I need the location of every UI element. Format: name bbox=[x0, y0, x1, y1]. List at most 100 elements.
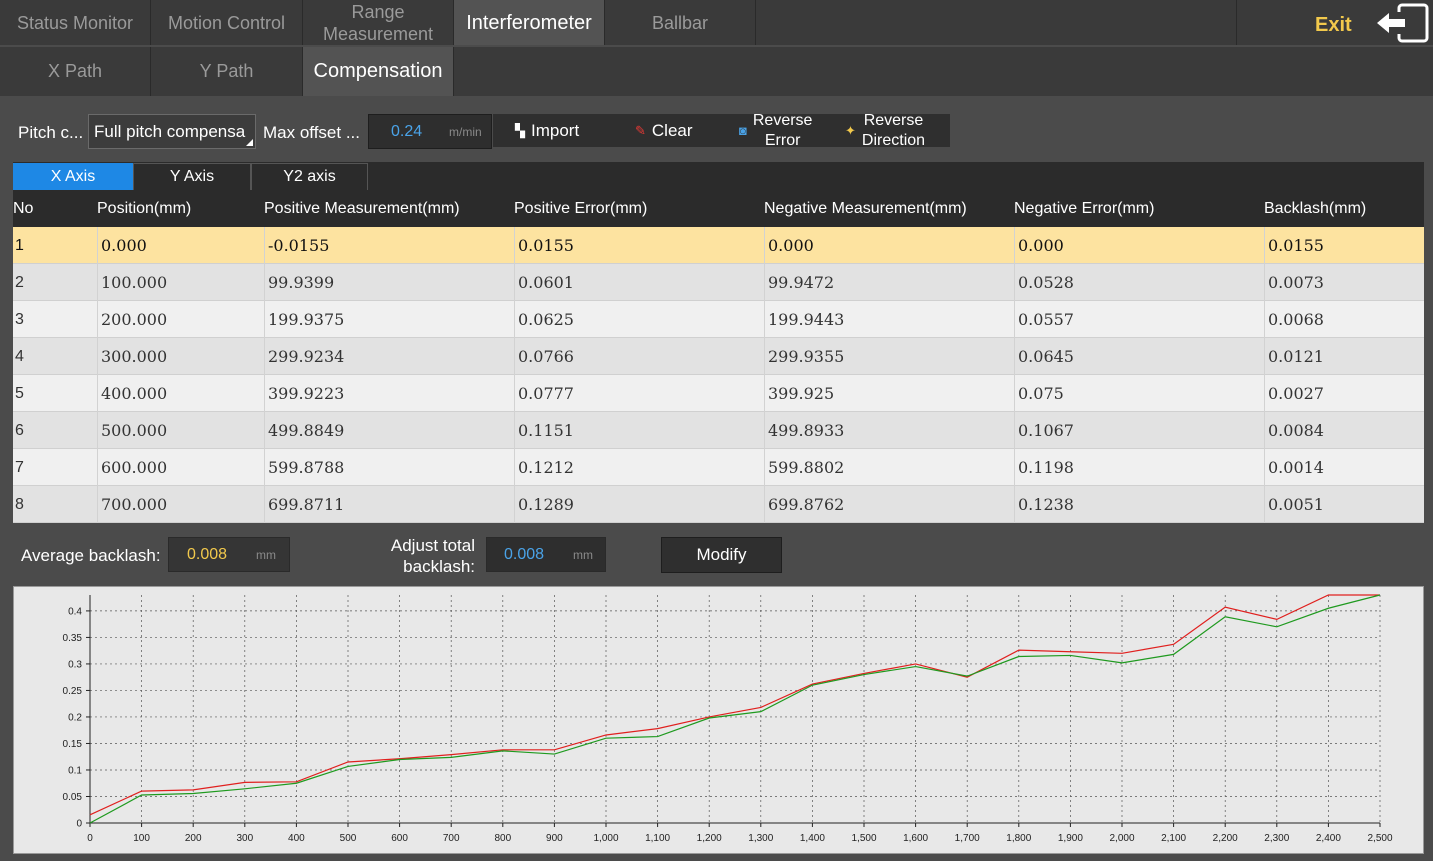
x-tick-label: 500 bbox=[340, 833, 357, 844]
y-tick-label: 0.3 bbox=[68, 659, 82, 670]
column-header[interactable]: Position(mm) bbox=[97, 190, 191, 227]
x-tick-label: 900 bbox=[546, 833, 563, 844]
x-tick-label: 2,400 bbox=[1316, 833, 1341, 844]
column-header[interactable]: No bbox=[13, 190, 33, 227]
y-tick-label: 0.2 bbox=[68, 712, 82, 723]
x-tick-label: 1,500 bbox=[851, 833, 876, 844]
subtab-compensation[interactable]: Compensation bbox=[303, 47, 454, 96]
pitch-select-value: Full pitch compensa bbox=[94, 122, 246, 141]
table-row[interactable]: 5 400.000 399.9223 0.0777 399.925 0.075 0.0027 bbox=[13, 375, 1424, 412]
y-tick-label: 0.05 bbox=[63, 792, 83, 803]
table-cell: 0.000 bbox=[764, 227, 1014, 264]
exit-button[interactable]: Exit bbox=[1236, 0, 1433, 45]
negative-error-series-line bbox=[89, 594, 1381, 824]
table-cell: 99.9472 bbox=[764, 264, 1014, 301]
column-header[interactable]: Positive Error(mm) bbox=[514, 190, 647, 227]
pitch-label: Pitch c... bbox=[18, 123, 84, 142]
x-tick-label: 2,200 bbox=[1213, 833, 1238, 844]
table-row[interactable]: 7 600.000 599.8788 0.1212 599.8802 0.1198 0.00… bbox=[13, 449, 1424, 486]
reverse-direction-button[interactable]: ✦ Reverse Direction bbox=[845, 112, 925, 149]
table-cell: 599.8802 bbox=[764, 449, 1014, 486]
table-cell: 0.0766 bbox=[514, 338, 764, 375]
column-header[interactable]: Positive Measurement(mm) bbox=[264, 190, 460, 227]
table-row[interactable]: 2 100.000 99.9399 0.0601 99.9472 0.0528 0.0073 bbox=[13, 264, 1424, 301]
error-chart: 0 100 200 300 400 500 600 700 800 900 1,000 1,100 1,… bbox=[63, 594, 1393, 844]
table-cell: 300.000 bbox=[97, 338, 264, 375]
x-tick-label: 1,000 bbox=[593, 833, 618, 844]
max-offset-input[interactable]: 0.24 m/min bbox=[368, 114, 492, 149]
reverse-error-button[interactable]: ◙ Reverse Error bbox=[739, 112, 812, 149]
y-tick-label: 0.4 bbox=[68, 606, 82, 617]
adjust-backlash-unit: mm bbox=[573, 548, 593, 562]
import-button[interactable]: ▚ Import bbox=[515, 114, 579, 147]
table-cell: 99.9399 bbox=[264, 264, 514, 301]
table-cell: 600.000 bbox=[97, 449, 264, 486]
table-cell: 0.0528 bbox=[1014, 264, 1264, 301]
table-row[interactable]: 6 500.000 499.8849 0.1151 499.8933 0.1067 0.00… bbox=[13, 412, 1424, 449]
x-tick-label: 100 bbox=[133, 833, 150, 844]
tab-status-monitor[interactable]: Status Monitor bbox=[0, 0, 151, 45]
table-row[interactable]: 4 300.000 299.9234 0.0766 299.9355 0.0645 0.01… bbox=[13, 338, 1424, 375]
column-header[interactable]: Negative Measurement(mm) bbox=[764, 190, 967, 227]
average-backlash-field: 0.008 mm bbox=[168, 537, 290, 572]
table-cell: 100.000 bbox=[97, 264, 264, 301]
tab-range-measurement[interactable]: Range Measurement bbox=[303, 0, 454, 45]
app-window: Status Monitor Motion Control Range Meas… bbox=[0, 0, 1433, 861]
subtab-y-path[interactable]: Y Path bbox=[151, 47, 303, 96]
table-cell: 5 bbox=[15, 385, 24, 402]
table-cell: 0.000 bbox=[1014, 227, 1264, 264]
x-tick-label: 1,300 bbox=[748, 833, 773, 844]
y-tick-label: 0.15 bbox=[63, 739, 83, 750]
table-cell: 499.8933 bbox=[764, 412, 1014, 449]
table-cell: 0.1238 bbox=[1014, 486, 1264, 523]
axis-tab-y2[interactable]: Y2 axis bbox=[251, 163, 368, 190]
tab-interferometer[interactable]: Interferometer bbox=[454, 0, 605, 45]
reverse-error-label: Reverse Error bbox=[752, 111, 813, 149]
table-cell: 500.000 bbox=[97, 412, 264, 449]
table-cell: 0.0068 bbox=[1264, 301, 1424, 338]
column-header[interactable]: Negative Error(mm) bbox=[1014, 190, 1154, 227]
table-row[interactable]: 8 700.000 699.8711 0.1289 699.8762 0.1238 0.00… bbox=[13, 486, 1424, 523]
sub-bar bbox=[454, 47, 1433, 96]
exit-door-icon bbox=[1377, 3, 1429, 43]
x-tick-label: 700 bbox=[443, 833, 460, 844]
x-tick-label: 2,500 bbox=[1367, 833, 1392, 844]
table-cell: 0.075 bbox=[1014, 375, 1264, 412]
eraser-icon: ✎ bbox=[635, 122, 646, 138]
compensation-table: No Position(mm) Positive Measurement(mm) Po… bbox=[13, 190, 1424, 523]
max-offset-label: Max offset ... bbox=[263, 123, 361, 142]
max-offset-unit: m/min bbox=[449, 125, 482, 139]
axis-tab-x[interactable]: X Axis bbox=[13, 163, 133, 190]
table-cell: 699.8762 bbox=[764, 486, 1014, 523]
x-tick-label: 800 bbox=[494, 833, 511, 844]
x-tick-label: 1,600 bbox=[903, 833, 928, 844]
subtab-x-path[interactable]: X Path bbox=[0, 47, 151, 96]
adjust-backlash-input[interactable]: 0.008 mm bbox=[486, 537, 606, 572]
clear-button[interactable]: ✎ Clear bbox=[635, 114, 693, 147]
adjust-backlash-value: 0.008 bbox=[504, 546, 545, 563]
reverse-direction-label: Reverse Direction bbox=[861, 111, 926, 149]
table-row[interactable]: 3 200.000 199.9375 0.0625 199.9443 0.0557 0.00… bbox=[13, 301, 1424, 338]
table-cell: 700.000 bbox=[97, 486, 264, 523]
x-tick-label: 2,300 bbox=[1264, 833, 1289, 844]
import-label: Import bbox=[531, 120, 580, 140]
x-tick-label: 400 bbox=[288, 833, 305, 844]
max-offset-value: 0.24 bbox=[391, 123, 423, 140]
table-cell: 0.0601 bbox=[514, 264, 764, 301]
tab-ballbar[interactable]: Ballbar bbox=[605, 0, 756, 45]
table-cell: 200.000 bbox=[97, 301, 264, 338]
axis-tab-y[interactable]: Y Axis bbox=[133, 163, 251, 190]
table-cell: 1 bbox=[15, 237, 24, 254]
pitch-compensation-select[interactable]: Full pitch compensa bbox=[88, 114, 256, 149]
toolbar: ▚ Import ✎ Clear ◙ Reverse Error ✦ Rever… bbox=[493, 112, 950, 149]
average-backlash-label: Average backlash: bbox=[21, 546, 161, 565]
tab-motion-control[interactable]: Motion Control bbox=[151, 0, 303, 45]
column-header[interactable]: Backlash(mm) bbox=[1264, 190, 1366, 227]
table-cell: 499.8849 bbox=[264, 412, 514, 449]
table-row[interactable]: 1 0.000 -0.0155 0.0155 0.000 0.000 0.0155 bbox=[13, 227, 1424, 264]
table-cell: 0.1289 bbox=[514, 486, 764, 523]
table-cell: 0.0084 bbox=[1264, 412, 1424, 449]
modify-button[interactable]: Modify bbox=[661, 537, 782, 573]
table-cell: 0.0073 bbox=[1264, 264, 1424, 301]
table-cell: 299.9234 bbox=[264, 338, 514, 375]
